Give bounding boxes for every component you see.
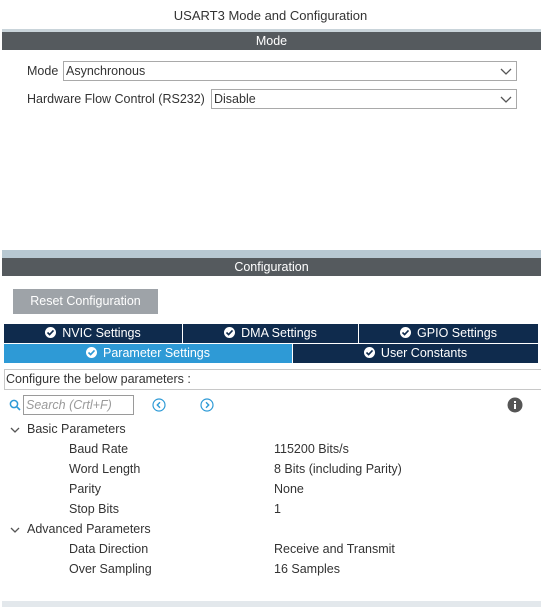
tab-label: GPIO Settings — [417, 326, 497, 340]
window-title: USART3 Mode and Configuration — [173, 8, 368, 23]
mode-section-header: Mode — [2, 32, 541, 50]
check-circle-icon — [45, 327, 57, 338]
param-value: None — [274, 482, 304, 496]
info-icon[interactable] — [507, 397, 523, 413]
tab-dma-settings[interactable]: DMA Settings — [183, 324, 359, 343]
chevron-down-icon — [10, 527, 20, 533]
param-name: Parity — [69, 482, 101, 496]
search-icon — [9, 399, 21, 411]
tab-label: User Constants — [380, 346, 468, 360]
param-value: 1 — [274, 502, 281, 516]
configure-hint: Configure the below parameters : — [4, 369, 541, 390]
hw-flow-control-label: Hardware Flow Control (RS232) — [27, 92, 205, 106]
param-value: 16 Samples — [274, 562, 341, 576]
check-circle-icon — [86, 347, 97, 358]
tab-gpio-settings[interactable]: GPIO Settings — [359, 324, 539, 343]
check-circle-icon — [224, 327, 236, 338]
check-circle-icon — [363, 347, 375, 358]
configuration-section-header: Configuration — [2, 258, 541, 276]
bottom-border — [2, 601, 541, 607]
tab-label: DMA Settings — [241, 326, 317, 340]
reset-configuration-button[interactable]: Reset Configuration — [13, 289, 158, 314]
tab-user-constants[interactable]: User Constants — [293, 344, 539, 363]
param-name: Stop Bits — [69, 502, 120, 516]
check-circle-icon — [400, 327, 412, 338]
param-value: 115200 Bits/s — [274, 442, 349, 456]
param-name: Over Sampling — [69, 562, 152, 576]
tab-parameter-settings[interactable]: Parameter Settings — [4, 344, 293, 363]
search-placeholder: Search (Crtl+F) — [26, 398, 112, 412]
param-name: Baud Rate — [69, 442, 129, 456]
mode-label: Mode — [27, 64, 59, 78]
param-value: Receive and Transmit — [274, 542, 395, 556]
search-input[interactable]: Search (Crtl+F) — [23, 395, 134, 415]
hw-flow-control-value: Disable — [214, 92, 256, 106]
param-value: 8 Bits (including Parity) — [274, 462, 402, 476]
tab-label: NVIC Settings — [62, 326, 141, 340]
mode-select[interactable]: Asynchronous — [63, 61, 517, 81]
tab-label: Parameter Settings — [103, 346, 210, 360]
search-previous-icon[interactable] — [152, 398, 166, 412]
search-next-icon[interactable] — [200, 398, 214, 412]
group-label: Advanced Parameters — [27, 522, 151, 536]
chevron-down-icon — [500, 68, 512, 75]
chevron-down-icon — [500, 96, 512, 103]
group-label: Basic Parameters — [27, 422, 126, 436]
mode-select-value: Asynchronous — [66, 64, 146, 78]
param-name: Word Length — [69, 462, 141, 476]
group-basic-parameters[interactable]: Basic Parameters — [0, 422, 541, 440]
group-advanced-parameters[interactable]: Advanced Parameters — [0, 522, 541, 540]
param-name: Data Direction — [69, 542, 149, 556]
hw-flow-control-select[interactable]: Disable — [211, 89, 517, 109]
section-splitter[interactable] — [2, 250, 541, 258]
chevron-down-icon — [10, 427, 20, 433]
tab-nvic-settings[interactable]: NVIC Settings — [4, 324, 183, 343]
